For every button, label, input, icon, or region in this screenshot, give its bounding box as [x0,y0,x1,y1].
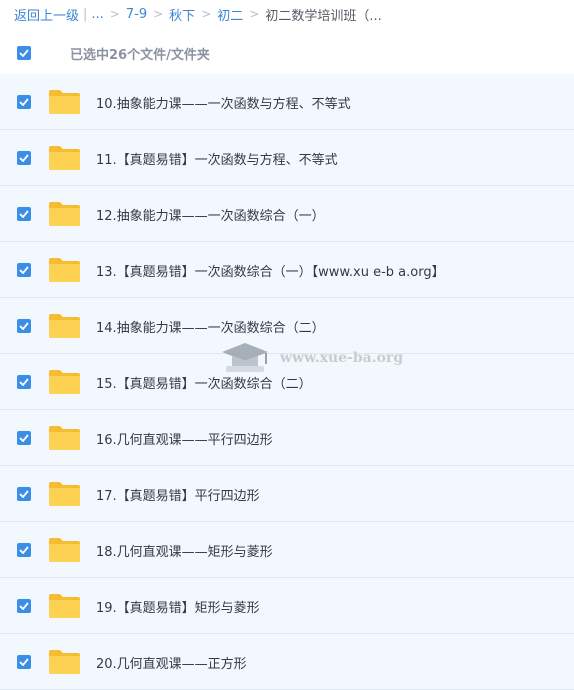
file-checkbox[interactable] [17,543,31,557]
selection-count: 已选中26个文件/文件夹 [70,48,210,63]
check-icon [19,490,29,498]
folder-icon [49,90,80,114]
folder-icon [49,202,80,226]
folder-icon [49,258,80,282]
file-checkbox[interactable] [17,263,31,277]
folder-icon [49,650,80,674]
check-icon [19,658,29,666]
watermark-text: www.xue-ba.org [280,350,404,366]
file-name[interactable]: 10.抽象能力课——一次函数与方程、不等式 [96,93,351,112]
breadcrumb-current: 初二数学培训班（... [265,8,382,24]
file-checkbox[interactable] [17,599,31,613]
chevron-right-icon: > [249,7,260,21]
watermark: www.xue-ba.org [218,338,403,378]
folder-icon [49,594,80,618]
file-checkbox[interactable] [17,151,31,165]
file-row[interactable]: 20.几何直观课——正方形 [0,634,574,690]
back-link[interactable]: 返回上一级 [14,5,79,24]
folder-icon [49,482,80,506]
file-name[interactable]: 12.抽象能力课——一次函数综合（一） [96,205,325,224]
chevron-right-icon: > [109,7,120,21]
breadcrumb-divider: | [83,6,88,22]
file-checkbox[interactable] [17,207,31,221]
check-icon [19,266,29,274]
file-name[interactable]: 16.几何直观课——平行四边形 [96,429,273,448]
check-icon [19,602,29,610]
file-row[interactable]: 18.几何直观课——矩形与菱形 [0,522,574,578]
select-all-checkbox[interactable] [17,46,31,60]
chevron-right-icon: > [153,7,164,21]
file-name[interactable]: 18.几何直观课——矩形与菱形 [96,541,273,560]
file-name[interactable]: 14.抽象能力课——一次函数综合（二） [96,317,325,336]
file-row[interactable]: 13.【真题易错】一次函数综合（一）【www.xu e-b a.org】 [0,242,574,298]
breadcrumb-ellipsis[interactable]: ... [91,7,103,22]
breadcrumb-item-7-9[interactable]: 7-9 [126,7,147,22]
folder-icon [49,370,80,394]
selection-bar: 已选中26个文件/文件夹 [0,34,574,72]
file-checkbox[interactable] [17,655,31,669]
file-row[interactable]: 11.【真题易错】一次函数与方程、不等式 [0,130,574,186]
folder-icon [49,314,80,338]
file-row[interactable]: 10.抽象能力课——一次函数与方程、不等式 [0,74,574,130]
file-row[interactable]: 12.抽象能力课——一次函数综合（一） [0,186,574,242]
file-checkbox[interactable] [17,95,31,109]
breadcrumb-item-grade8[interactable]: 初二 [217,5,243,24]
breadcrumb-item-autumn[interactable]: 秋下 [169,5,195,24]
check-icon [19,210,29,218]
check-icon [19,322,29,330]
check-icon [19,434,29,442]
file-row[interactable]: 16.几何直观课——平行四边形 [0,410,574,466]
file-name[interactable]: 11.【真题易错】一次函数与方程、不等式 [96,149,338,168]
file-checkbox[interactable] [17,375,31,389]
check-icon [19,546,29,554]
file-name[interactable]: 20.几何直观课——正方形 [96,653,247,672]
file-checkbox[interactable] [17,319,31,333]
file-name[interactable]: 13.【真题易错】一次函数综合（一）【www.xu e-b a.org】 [96,261,445,280]
graduation-cap-icon [222,343,268,372]
file-name[interactable]: 17.【真题易错】平行四边形 [96,485,260,504]
file-name[interactable]: 19.【真题易错】矩形与菱形 [96,597,260,616]
file-checkbox[interactable] [17,431,31,445]
check-icon [19,49,29,57]
file-row[interactable]: 19.【真题易错】矩形与菱形 [0,578,574,634]
check-icon [19,154,29,162]
check-icon [19,378,29,386]
file-list: 10.抽象能力课——一次函数与方程、不等式 11.【真题易错】一次函数与方程、不等… [0,74,574,690]
folder-icon [49,538,80,562]
file-checkbox[interactable] [17,487,31,501]
file-row[interactable]: 17.【真题易错】平行四边形 [0,466,574,522]
breadcrumb: 返回上一级 | ... > 7-9 > 秋下 > 初二 > 初二数学培训班（..… [0,0,574,28]
folder-icon [49,426,80,450]
folder-icon [49,146,80,170]
check-icon [19,98,29,106]
chevron-right-icon: > [201,7,212,21]
